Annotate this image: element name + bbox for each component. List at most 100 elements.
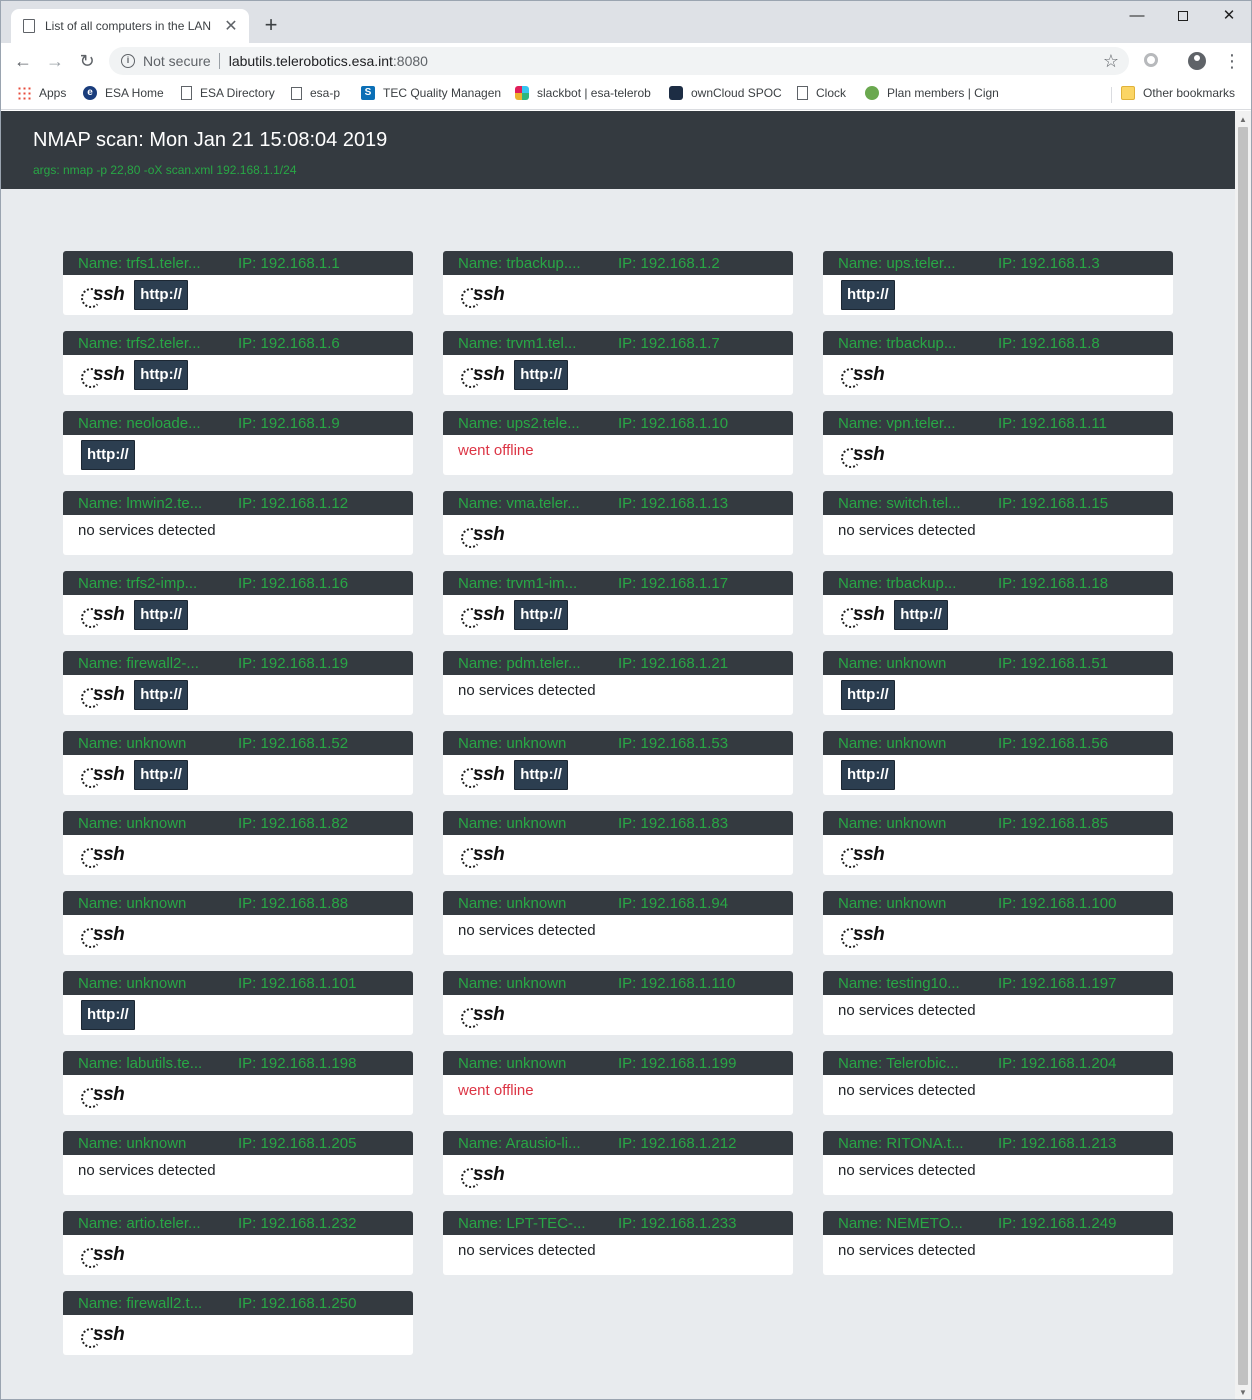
bookmark-plan-members[interactable]: Plan members | Cign (865, 86, 999, 100)
host-services: ssh http:// (63, 275, 413, 315)
scrollbar[interactable]: ▲ ▼ (1235, 111, 1251, 1399)
bookmark-tec-quality[interactable]: S TEC Quality Managen (361, 86, 501, 100)
reload-icon[interactable]: ↻ (77, 51, 97, 71)
http-link-button[interactable]: http:// (81, 1000, 135, 1030)
bookmark-esa-directory[interactable]: ESA Directory (181, 86, 275, 100)
ssh-badge[interactable]: ssh (81, 1320, 125, 1350)
host-card: Name: ups2.tele... IP: 192.168.1.10 went o… (443, 411, 793, 475)
http-link-button[interactable]: http:// (514, 600, 568, 630)
close-window-button[interactable]: ✕ (1206, 1, 1251, 33)
minimize-button[interactable]: — (1114, 1, 1160, 33)
ssh-badge[interactable]: ssh (461, 840, 505, 870)
host-name: Name: unknown (78, 1134, 187, 1152)
host-services: ssh (823, 835, 1173, 875)
http-link-button[interactable]: http:// (841, 680, 895, 710)
offline-status: went offline (458, 441, 534, 459)
http-link-button[interactable]: http:// (514, 760, 568, 790)
http-link-button[interactable]: http:// (81, 440, 135, 470)
new-tab-button[interactable]: + (259, 13, 283, 37)
back-arrow-icon[interactable]: ← (13, 51, 33, 71)
ssh-badge[interactable]: ssh (81, 360, 125, 390)
http-link-button[interactable]: http:// (841, 760, 895, 790)
host-name: Name: trbackup.... (458, 254, 581, 272)
forward-arrow-icon[interactable]: → (45, 51, 65, 71)
http-link-button[interactable]: http:// (134, 280, 188, 310)
ssh-badge[interactable]: ssh (81, 1080, 125, 1110)
host-services: went offline (443, 1075, 793, 1115)
host-name: Name: NEMETO... (838, 1214, 963, 1232)
http-link-button[interactable]: http:// (514, 360, 568, 390)
ssh-label: ssh (473, 524, 505, 545)
profile-icon[interactable] (1188, 52, 1206, 70)
scroll-thumb[interactable] (1238, 127, 1248, 1385)
host-name: Name: unknown (838, 894, 947, 912)
scroll-down-icon[interactable]: ▼ (1239, 1388, 1247, 1397)
maximize-button[interactable] (1160, 1, 1206, 33)
bookmark-clock[interactable]: Clock (797, 86, 846, 100)
ssh-label: ssh (473, 1004, 505, 1025)
host-card: Name: unknown IP: 192.168.1.51 http:// (823, 651, 1173, 715)
host-ip: IP: 192.168.1.15 (998, 494, 1109, 512)
menu-icon[interactable]: ⋮ (1223, 49, 1241, 73)
ssh-badge[interactable]: ssh (841, 600, 885, 630)
host-card-header: Name: trfs2-imp... IP: 192.168.1.16 (63, 571, 413, 595)
ssh-badge[interactable]: ssh (841, 440, 885, 470)
host-card-header: Name: unknown IP: 192.168.1.82 (63, 811, 413, 835)
host-services: ssh http:// (443, 595, 793, 635)
ssh-badge[interactable]: ssh (461, 600, 505, 630)
host-ip: IP: 192.168.1.85 (998, 814, 1109, 832)
http-link-button[interactable]: http:// (894, 600, 948, 630)
ssh-badge[interactable]: ssh (81, 280, 125, 310)
host-card: Name: trvm1-im... IP: 192.168.1.17 ssh http… (443, 571, 793, 635)
scroll-up-icon[interactable]: ▲ (1239, 115, 1247, 124)
http-link-button[interactable]: http:// (134, 360, 188, 390)
address-bar[interactable]: i Not secure labutils.telerobotics.esa.i… (109, 47, 1129, 75)
ssh-badge[interactable]: ssh (461, 360, 505, 390)
bookmark-star-icon[interactable]: ☆ (1103, 51, 1119, 72)
ssh-badge[interactable]: ssh (461, 760, 505, 790)
plan-icon (865, 86, 879, 100)
host-name: Name: unknown (458, 734, 567, 752)
ssh-badge[interactable]: ssh (461, 520, 505, 550)
ssh-badge[interactable]: ssh (461, 280, 505, 310)
no-services-status: no services detected (838, 1081, 976, 1099)
host-card-header: Name: unknown IP: 192.168.1.100 (823, 891, 1173, 915)
http-link-button[interactable]: http:// (134, 760, 188, 790)
host-ip: IP: 192.168.1.88 (238, 894, 349, 912)
ssh-badge[interactable]: ssh (81, 840, 125, 870)
host-card: Name: lmwin2.te... IP: 192.168.1.12 no ser… (63, 491, 413, 555)
bookmark-other[interactable]: Other bookmarks (1121, 86, 1235, 100)
ssh-badge[interactable]: ssh (81, 600, 125, 630)
http-link-button[interactable]: http:// (134, 600, 188, 630)
browser-tab[interactable]: List of all computers in the LAN ✕ (11, 9, 249, 43)
bookmark-esa-p[interactable]: esa-p (291, 86, 340, 100)
host-name: Name: Arausio-li... (458, 1134, 581, 1152)
bookmark-esa-home[interactable]: e ESA Home (83, 86, 164, 100)
host-ip: IP: 192.168.1.249 (998, 1214, 1117, 1232)
tab-close-icon[interactable]: ✕ (223, 16, 239, 36)
ssh-badge[interactable]: ssh (81, 760, 125, 790)
info-icon[interactable]: i (121, 54, 135, 68)
ssh-badge[interactable]: ssh (841, 920, 885, 950)
ssh-badge[interactable]: ssh (81, 680, 125, 710)
extension-icon[interactable] (1144, 53, 1158, 67)
host-name: Name: labutils.te... (78, 1054, 203, 1072)
host-services: ssh (443, 515, 793, 555)
bookmark-apps[interactable]: Apps (17, 86, 66, 100)
host-name: Name: lmwin2.te... (78, 494, 203, 512)
ssh-badge[interactable]: ssh (81, 1240, 125, 1270)
no-services-status: no services detected (838, 1241, 976, 1259)
host-name: Name: ups.teler... (838, 254, 956, 272)
http-link-button[interactable]: http:// (841, 280, 895, 310)
bookmark-owncloud[interactable]: ownCloud SPOC (669, 86, 782, 100)
ssh-badge[interactable]: ssh (461, 1000, 505, 1030)
ssh-badge[interactable]: ssh (841, 360, 885, 390)
http-link-button[interactable]: http:// (134, 680, 188, 710)
host-name: Name: trfs2-imp... (78, 574, 198, 592)
host-name: Name: testing10... (838, 974, 960, 992)
bookmark-slackbot[interactable]: slackbot | esa-telerob (515, 86, 651, 100)
ssh-badge[interactable]: ssh (81, 920, 125, 950)
ssh-badge[interactable]: ssh (841, 840, 885, 870)
ssh-badge[interactable]: ssh (461, 1160, 505, 1190)
host-name: Name: unknown (458, 1054, 567, 1072)
